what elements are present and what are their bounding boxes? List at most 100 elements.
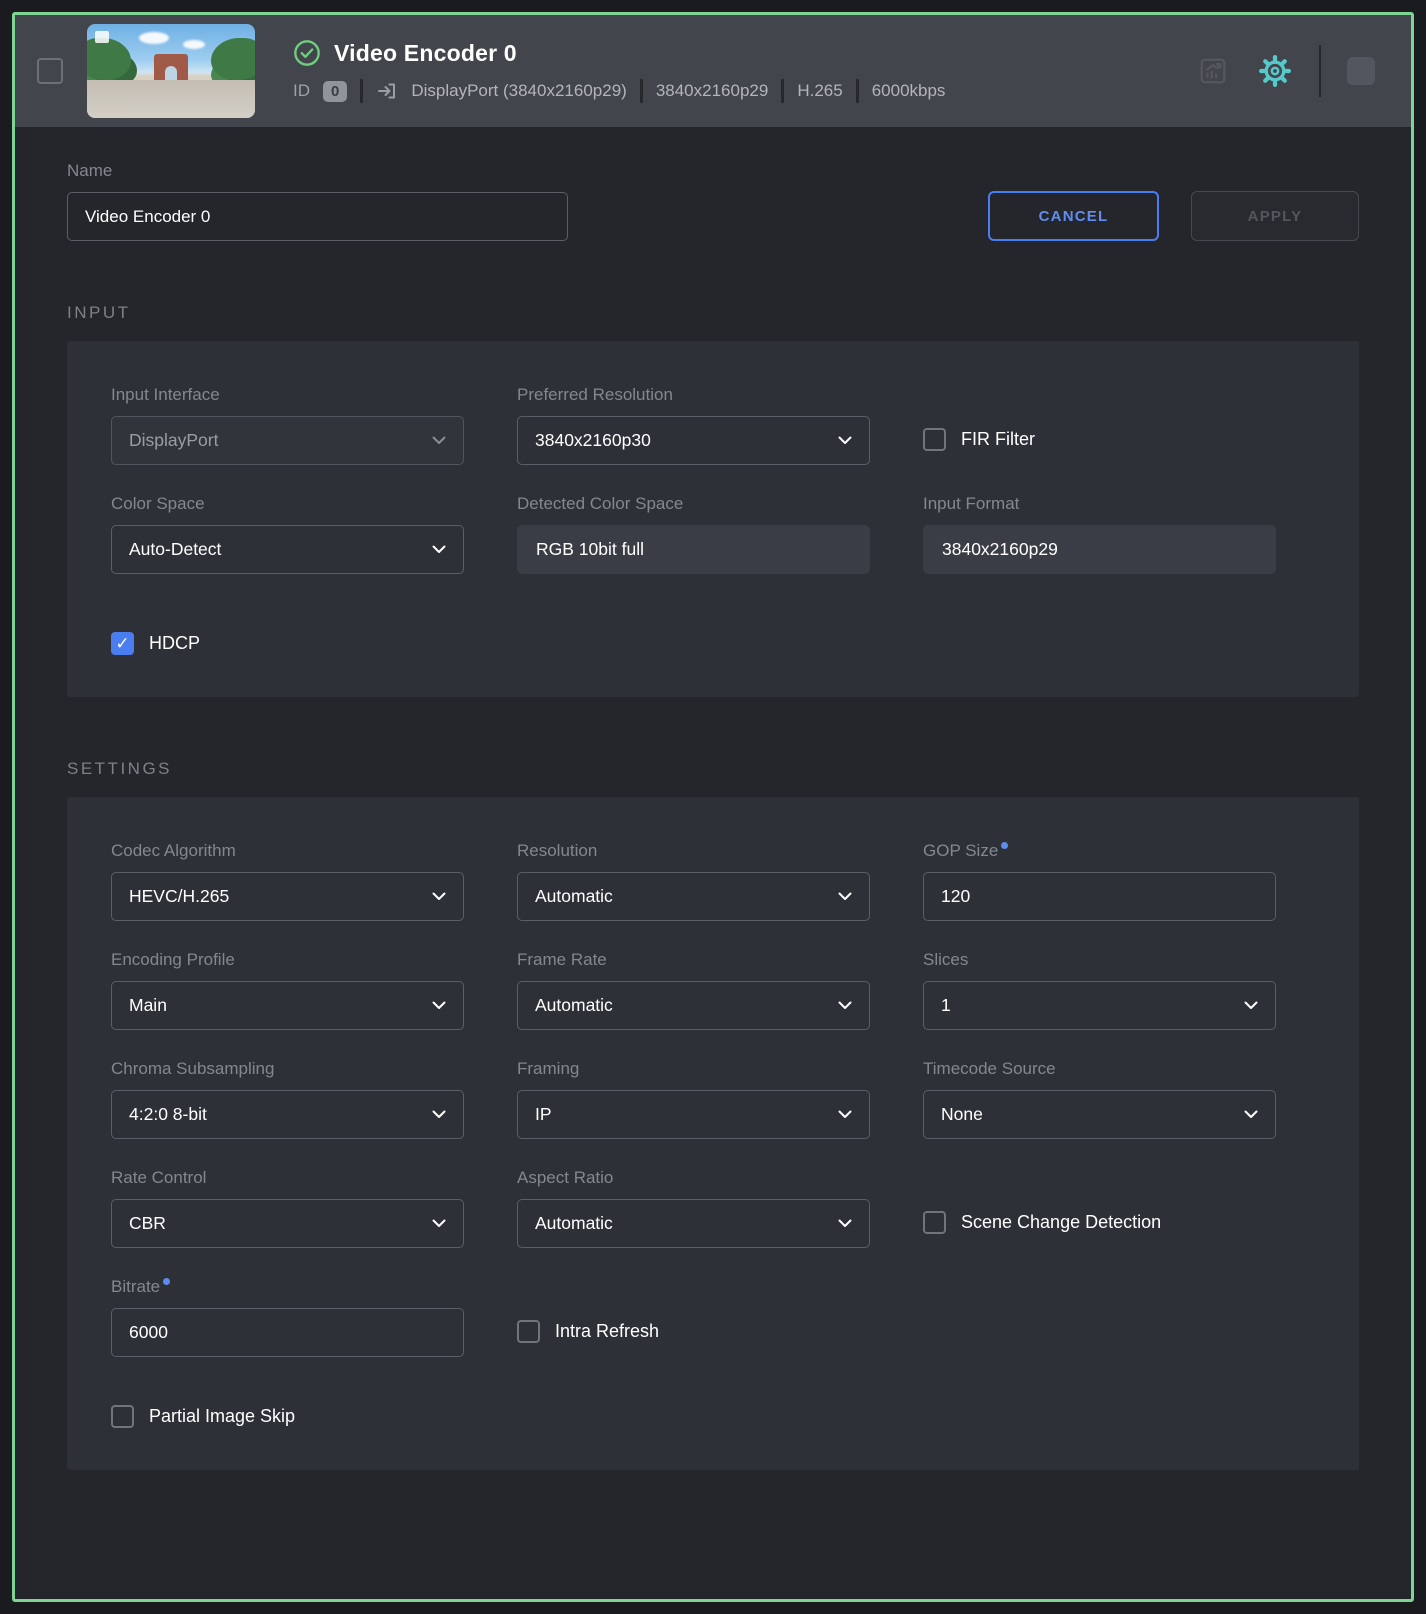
scene-change-detection-label: Scene Change Detection — [961, 1212, 1161, 1233]
rate-control-field: Rate Control CBR — [111, 1168, 464, 1248]
detected-color-space-field: Detected Color Space RGB 10bit full — [517, 494, 870, 574]
gop-size-field: GOP Size — [923, 841, 1276, 921]
settings-section-title: SETTINGS — [67, 759, 1359, 779]
bitrate-label: Bitrate — [111, 1277, 464, 1297]
meta-resolution: 3840x2160p29 — [656, 81, 769, 101]
hdcp-label: HDCP — [149, 633, 200, 654]
resolution-label: Resolution — [517, 841, 870, 861]
name-input[interactable] — [67, 192, 568, 241]
intra-refresh-checkbox-row[interactable]: Intra Refresh — [517, 1320, 659, 1343]
codec-algorithm-select[interactable]: HEVC/H.265 — [111, 872, 464, 921]
gear-icon[interactable] — [1253, 49, 1297, 93]
settings-panel: Codec Algorithm HEVC/H.265 Resolution Au… — [67, 797, 1359, 1470]
chart-icon[interactable] — [1191, 49, 1235, 93]
color-space-label: Color Space — [111, 494, 464, 514]
hdcp-checkbox-row[interactable]: HDCP — [111, 632, 1315, 655]
divider — [1319, 45, 1321, 97]
intra-refresh-checkbox[interactable] — [517, 1320, 540, 1343]
frame-rate-select[interactable]: Automatic — [517, 981, 870, 1030]
slices-field: Slices 1 — [923, 950, 1276, 1030]
input-format-value: 3840x2160p29 — [923, 525, 1276, 574]
color-space-field: Color Space Auto-Detect — [111, 494, 464, 574]
encoder-meta: ID 0 DisplayPort (3840x2160p29) 3840x216… — [293, 79, 945, 103]
chroma-subsampling-label: Chroma Subsampling — [111, 1059, 464, 1079]
aspect-ratio-select[interactable]: Automatic — [517, 1199, 870, 1248]
rate-control-select[interactable]: CBR — [111, 1199, 464, 1248]
modified-dot — [163, 1278, 170, 1285]
cloud-shape — [139, 32, 169, 44]
framing-select[interactable]: IP — [517, 1090, 870, 1139]
divider — [360, 79, 363, 103]
input-interface-select: DisplayPort — [111, 416, 464, 465]
preferred-resolution-select[interactable]: 3840x2160p30 — [517, 416, 870, 465]
encoding-profile-select[interactable]: Main — [111, 981, 464, 1030]
hdcp-checkbox[interactable] — [111, 632, 134, 655]
meta-bitrate: 6000kbps — [872, 81, 946, 101]
check-circle-icon — [293, 39, 321, 67]
id-label: ID — [293, 81, 310, 101]
id-badge: 0 — [323, 81, 347, 102]
bitrate-field: Bitrate — [111, 1277, 464, 1357]
chroma-subsampling-select[interactable]: 4:2:0 8-bit — [111, 1090, 464, 1139]
meta-codec: H.265 — [797, 81, 842, 101]
frame-rate-field: Frame Rate Automatic — [517, 950, 870, 1030]
apply-button[interactable]: APPLY — [1191, 191, 1359, 241]
partial-image-skip-label: Partial Image Skip — [149, 1406, 295, 1427]
partial-image-skip-checkbox-row[interactable]: Partial Image Skip — [111, 1405, 1315, 1428]
slices-label: Slices — [923, 950, 1276, 970]
trees-shape — [87, 38, 131, 80]
fir-filter-label: FIR Filter — [961, 429, 1035, 450]
gop-size-label: GOP Size — [923, 841, 1276, 861]
color-swatch-button[interactable] — [1347, 57, 1375, 85]
video-preview-thumbnail[interactable] — [87, 24, 255, 118]
select-encoder-checkbox[interactable] — [37, 58, 63, 84]
path-shape — [87, 80, 255, 118]
resolution-field: Resolution Automatic — [517, 841, 870, 921]
encoding-profile-label: Encoding Profile — [111, 950, 464, 970]
scene-change-detection-checkbox-row[interactable]: Scene Change Detection — [923, 1211, 1161, 1234]
name-field-group: Name — [67, 161, 568, 241]
arch-shape — [154, 54, 188, 82]
detected-color-space-value: RGB 10bit full — [517, 525, 870, 574]
timecode-source-select[interactable]: None — [923, 1090, 1276, 1139]
input-format-label: Input Format — [923, 494, 1276, 514]
modified-dot — [1001, 842, 1008, 849]
color-space-select[interactable]: Auto-Detect — [111, 525, 464, 574]
preferred-resolution-field: Preferred Resolution 3840x2160p30 — [517, 385, 870, 465]
partial-image-skip-checkbox[interactable] — [111, 1405, 134, 1428]
divider — [640, 79, 643, 103]
cloud-shape — [183, 40, 205, 49]
preferred-resolution-label: Preferred Resolution — [517, 385, 870, 405]
scene-change-detection-checkbox[interactable] — [923, 1211, 946, 1234]
input-format-field: Input Format 3840x2160p29 — [923, 494, 1276, 574]
resolution-select[interactable]: Automatic — [517, 872, 870, 921]
codec-algorithm-label: Codec Algorithm — [111, 841, 464, 861]
encoder-card: Video Encoder 0 ID 0 DisplayPort (3840x2… — [12, 12, 1414, 1602]
watermark-logo — [95, 31, 109, 43]
frame-rate-label: Frame Rate — [517, 950, 870, 970]
cancel-button[interactable]: CANCEL — [988, 191, 1159, 241]
timecode-source-field: Timecode Source None — [923, 1059, 1276, 1139]
aspect-ratio-label: Aspect Ratio — [517, 1168, 870, 1188]
fir-filter-checkbox-row[interactable]: FIR Filter — [923, 428, 1035, 451]
rate-control-label: Rate Control — [111, 1168, 464, 1188]
divider — [856, 79, 859, 103]
encoding-profile-field: Encoding Profile Main — [111, 950, 464, 1030]
bitrate-input[interactable] — [111, 1308, 464, 1357]
encoder-title: Video Encoder 0 — [334, 40, 517, 67]
aspect-ratio-field: Aspect Ratio Automatic — [517, 1168, 870, 1248]
input-section-title: INPUT — [67, 303, 1359, 323]
slices-select[interactable]: 1 — [923, 981, 1276, 1030]
arrow-into-bracket-icon — [376, 80, 398, 102]
encoder-header: Video Encoder 0 ID 0 DisplayPort (3840x2… — [15, 15, 1411, 127]
trees-shape — [211, 38, 255, 80]
chroma-subsampling-field: Chroma Subsampling 4:2:0 8-bit — [111, 1059, 464, 1139]
divider — [781, 79, 784, 103]
framing-label: Framing — [517, 1059, 870, 1079]
meta-source: DisplayPort (3840x2160p29) — [411, 81, 626, 101]
input-interface-field: Input Interface DisplayPort — [111, 385, 464, 465]
gop-size-input[interactable] — [923, 872, 1276, 921]
fir-filter-checkbox[interactable] — [923, 428, 946, 451]
name-label: Name — [67, 161, 568, 181]
input-panel: Input Interface DisplayPort Preferred Re… — [67, 341, 1359, 697]
